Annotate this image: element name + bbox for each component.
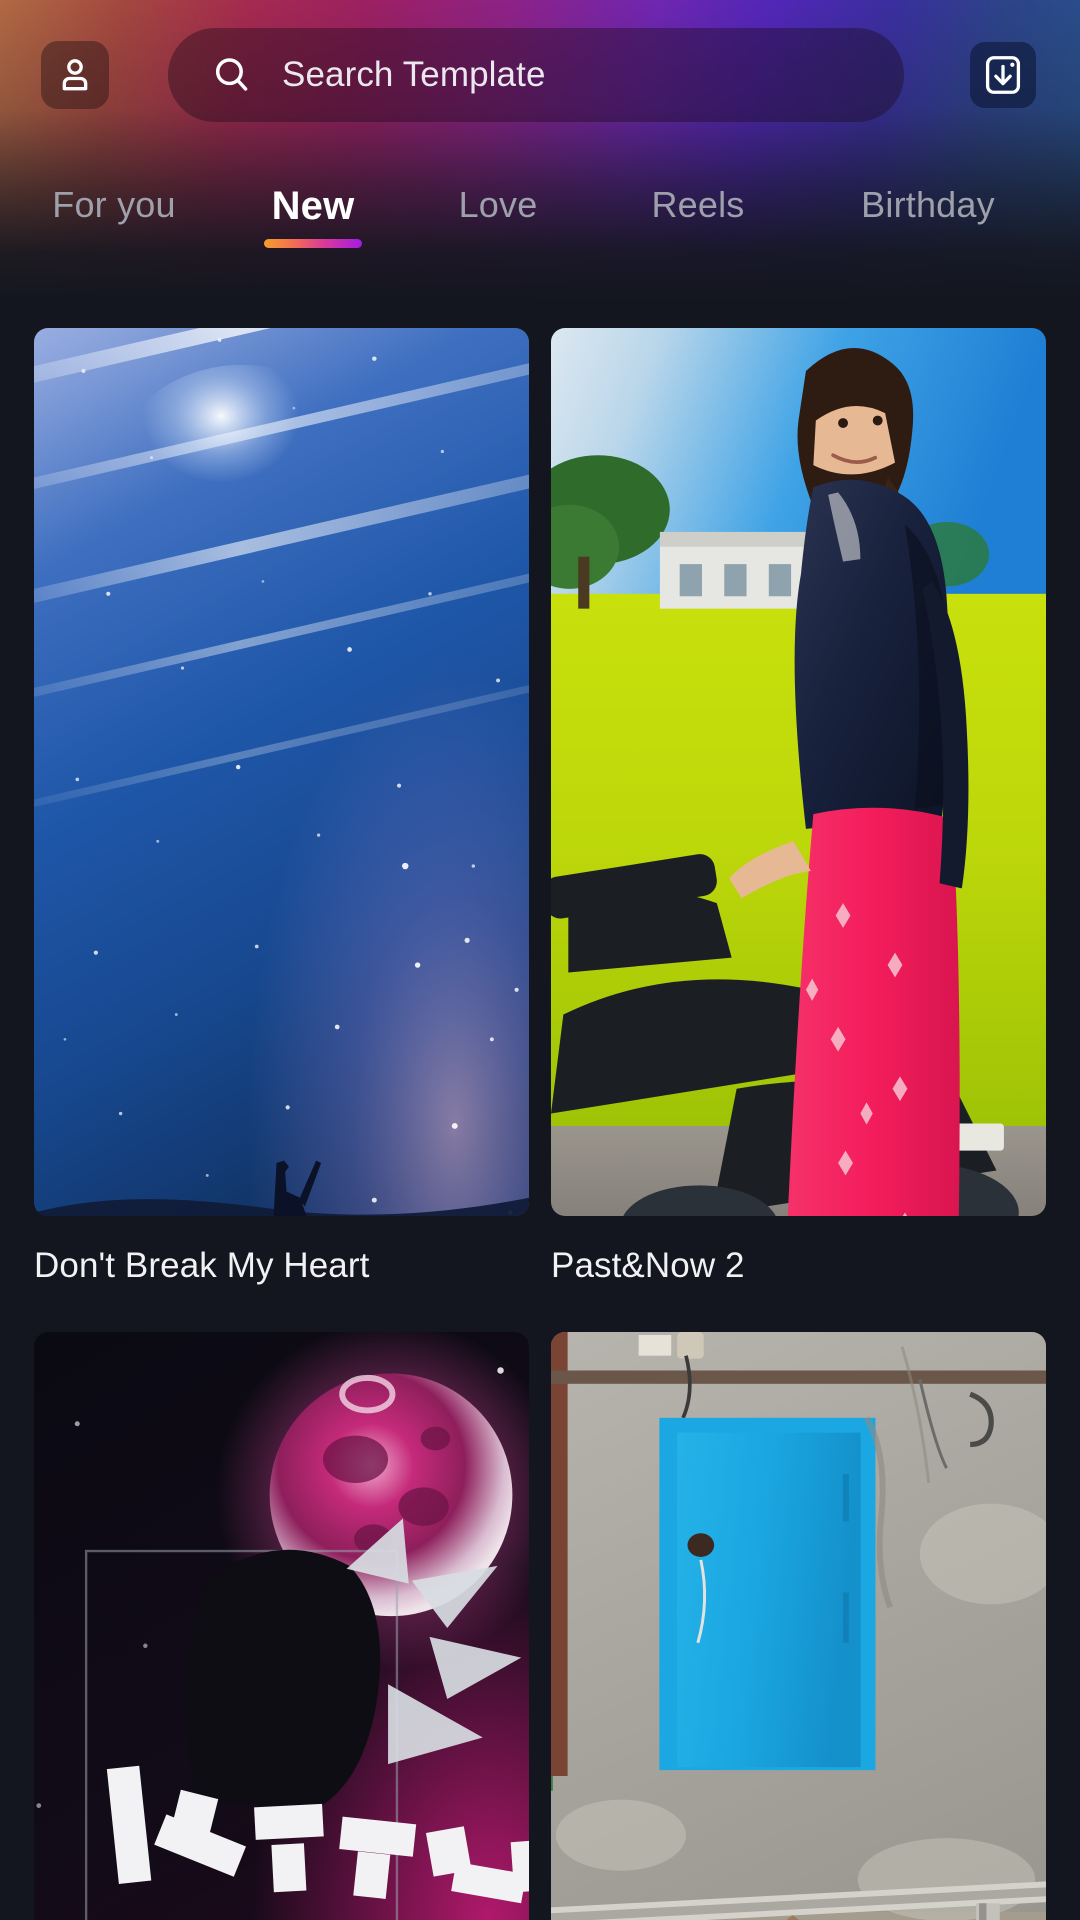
tab-reels[interactable]: Reels xyxy=(598,178,798,245)
header-toolbar: Search Template xyxy=(0,28,1080,122)
template-gallery-screen: Search Template For you New Love Reels B… xyxy=(0,0,1080,1920)
tab-new[interactable]: New xyxy=(228,178,398,248)
category-tab-bar: For you New Love Reels Birthday xyxy=(0,178,1080,278)
template-thumbnail-starry-night-silhouette[interactable] xyxy=(34,328,529,1216)
person-icon xyxy=(55,55,95,95)
tab-love[interactable]: Love xyxy=(398,178,598,245)
template-card[interactable]: Don't Break My Heart xyxy=(34,328,529,1332)
template-card[interactable]: Past&Now 2 xyxy=(551,328,1046,1332)
download-to-device-icon xyxy=(981,53,1025,97)
tab-label: Birthday xyxy=(861,184,995,225)
template-grid: Don't Break My Heart Past&Now 2 xyxy=(0,328,1080,1920)
search-placeholder-text: Search Template xyxy=(282,55,546,94)
template-thumbnail-girl-with-motorcycle-field[interactable] xyxy=(551,328,1046,1216)
tab-for-you[interactable]: For you xyxy=(0,178,228,245)
template-title: Don't Break My Heart xyxy=(34,1246,370,1285)
tab-label: Love xyxy=(458,184,538,225)
tab-birthday[interactable]: Birthday xyxy=(798,178,1058,245)
tab-label: New xyxy=(271,184,355,228)
template-card[interactable] xyxy=(551,1332,1046,1920)
download-button[interactable] xyxy=(970,42,1036,108)
tab-label: For you xyxy=(52,184,176,225)
template-thumbnail-blue-door-wall-log[interactable] xyxy=(551,1332,1046,1920)
tab-underline-active xyxy=(264,239,362,248)
search-input[interactable]: Search Template xyxy=(168,28,904,122)
profile-button[interactable] xyxy=(41,41,109,109)
search-icon xyxy=(210,53,254,97)
tab-label: Reels xyxy=(651,184,745,225)
template-card[interactable] xyxy=(34,1332,529,1920)
template-thumbnail-anime-pink-moon-katakana[interactable] xyxy=(34,1332,529,1920)
template-title: Past&Now 2 xyxy=(551,1246,745,1285)
